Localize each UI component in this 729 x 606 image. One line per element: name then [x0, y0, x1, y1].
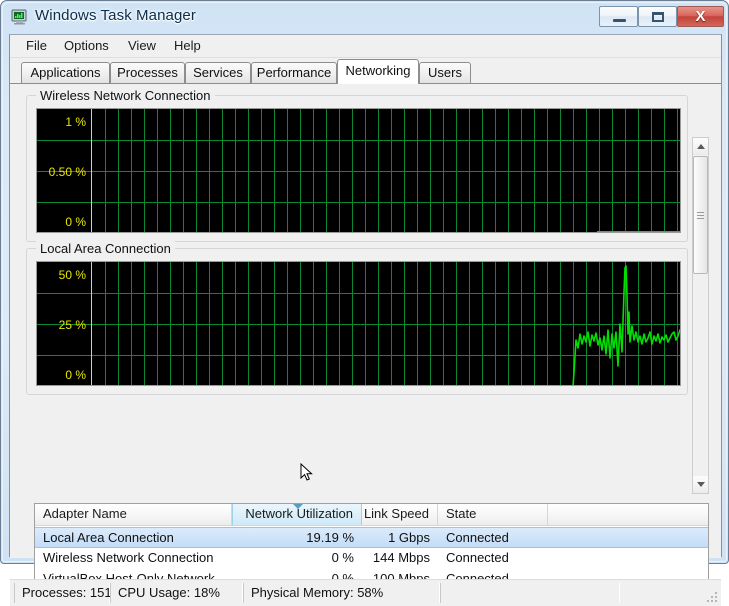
window-title: Windows Task Manager [35, 7, 196, 24]
wireless-network-connection-group: Wireless Network Connection 1 % 0.50 % 0… [26, 88, 688, 242]
tab-processes[interactable]: Processes [110, 62, 185, 83]
table-row[interactable]: Wireless Network Connection 0 % 144 Mbps… [35, 548, 708, 569]
networking-tab-page: Wireless Network Connection 1 % 0.50 % 0… [10, 83, 721, 606]
scroll-up-button[interactable] [693, 138, 708, 155]
resize-grip-icon[interactable] [705, 590, 719, 604]
wireless-utilization-trace [597, 231, 680, 232]
minimize-icon [613, 19, 626, 22]
menu-item-options[interactable]: Options [58, 37, 115, 55]
maximize-icon [652, 12, 664, 22]
menu-item-help[interactable]: Help [168, 37, 207, 55]
task-manager-icon [11, 9, 27, 25]
tab-applications[interactable]: Applications [21, 62, 110, 83]
scroll-down-icon [697, 482, 705, 487]
close-button[interactable]: X [677, 6, 724, 27]
cell-network-utilization: 19.19 % [306, 530, 354, 545]
local-area-network-graph: 50 % 25 % 0 % [36, 261, 681, 386]
column-header-network-utilization[interactable]: Network Utilization [232, 504, 362, 525]
table-row[interactable]: Local Area Connection 19.19 % 1 Gbps Con… [35, 527, 708, 548]
wireless-network-graph: 1 % 0.50 % 0 % [36, 108, 681, 233]
cell-adapter-name: Local Area Connection [43, 530, 174, 545]
lan-group-label: Local Area Connection [36, 241, 175, 256]
minimize-button[interactable] [599, 6, 638, 27]
sort-indicator-icon [293, 504, 303, 509]
cell-link-speed: 144 Mbps [372, 550, 430, 565]
status-processes: Processes: 151 [14, 583, 112, 603]
scroll-down-button[interactable] [693, 476, 708, 493]
graphs-scrollbar[interactable] [692, 137, 709, 494]
menu-item-view[interactable]: View [122, 37, 162, 55]
cell-state: Connected [446, 530, 509, 545]
tab-strip: Applications Processes Services Performa… [10, 58, 721, 84]
scrollbar-thumb[interactable] [693, 156, 708, 274]
adapter-list-header: Adapter Name Network Utilization Link Sp… [35, 504, 708, 526]
client-area: File Options View Help Applications Proc… [9, 34, 722, 606]
cell-adapter-name: Wireless Network Connection [43, 550, 214, 565]
maximize-button[interactable] [638, 6, 677, 27]
cell-network-utilization: 0 % [331, 550, 354, 565]
tab-performance[interactable]: Performance [251, 62, 337, 83]
scroll-up-icon [697, 144, 705, 149]
tab-users[interactable]: Users [419, 62, 471, 83]
close-icon: X [695, 8, 706, 25]
tab-services[interactable]: Services [185, 62, 251, 83]
cell-link-speed: 1 Gbps [388, 530, 430, 545]
column-header-link-speed[interactable]: Link Speed [362, 504, 438, 525]
local-area-connection-group: Local Area Connection 50 % 25 % 0 % [26, 241, 688, 395]
menu-bar: File Options View Help [10, 35, 721, 58]
column-header-state[interactable]: State [438, 504, 548, 525]
status-cpu-usage: CPU Usage: 18% [110, 583, 243, 603]
column-header-spacer[interactable] [548, 504, 708, 525]
title-bar[interactable]: Windows Task Manager X [3, 3, 726, 33]
status-spacer [440, 583, 620, 603]
status-bar: Processes: 151 CPU Usage: 18% Physical M… [10, 579, 721, 606]
window-frame: Windows Task Manager X File Options View… [0, 0, 729, 606]
cell-state: Connected [446, 550, 509, 565]
status-physical-memory: Physical Memory: 58% [243, 583, 440, 603]
wireless-group-label: Wireless Network Connection [36, 88, 215, 103]
menu-item-file[interactable]: File [20, 37, 53, 55]
lan-utilization-trace [572, 265, 680, 385]
tab-networking[interactable]: Networking [337, 59, 419, 84]
column-header-adapter-name[interactable]: Adapter Name [35, 504, 232, 525]
